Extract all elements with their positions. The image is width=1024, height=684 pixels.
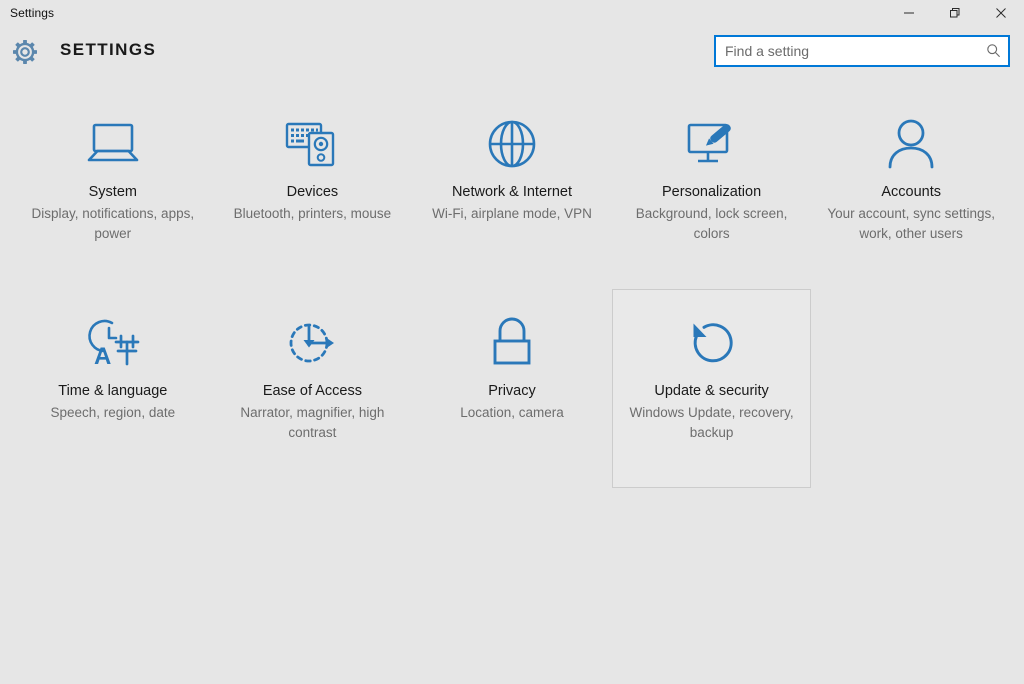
search-icon[interactable]	[980, 37, 1008, 65]
monitor-brush-icon	[683, 113, 741, 175]
search-box[interactable]	[714, 35, 1010, 67]
category-title: Network & Internet	[451, 184, 573, 200]
category-title: Devices	[286, 184, 339, 200]
category-tile-ease-of-access[interactable]: Ease of Access Narrator, magnifier, high…	[213, 289, 413, 488]
category-title: Personalization	[662, 184, 762, 200]
title-bar: Settings	[0, 0, 1024, 26]
lock-icon	[488, 312, 536, 374]
page-title: SETTINGS	[60, 40, 157, 59]
category-tile-time-language[interactable]: A Time & language Speech, region, date	[13, 289, 213, 488]
close-button[interactable]	[978, 0, 1024, 26]
category-subtitle: Narrator, magnifier, high contrast	[240, 405, 385, 440]
refresh-circle-icon	[684, 312, 740, 374]
category-tile-update-security[interactable]: Update & security Windows Update, recove…	[611, 289, 812, 488]
laptop-icon	[83, 113, 143, 175]
category-title: Update & security	[654, 383, 769, 399]
window-controls	[886, 0, 1024, 26]
accessibility-arrows-icon	[283, 312, 341, 374]
restore-icon	[950, 8, 960, 18]
settings-category-grid: System Display, notifications, apps, pow…	[13, 90, 1011, 488]
close-icon	[996, 8, 1006, 18]
category-title: Privacy	[488, 383, 536, 399]
category-subtitle: Location, camera	[460, 405, 564, 420]
search-input[interactable]	[716, 38, 980, 64]
svg-text:A: A	[94, 343, 111, 370]
app-header: SETTINGS	[0, 26, 1024, 88]
restore-button[interactable]	[932, 0, 978, 26]
category-subtitle: Background, lock screen, colors	[635, 206, 788, 241]
person-icon	[886, 113, 936, 175]
category-title: Ease of Access	[262, 383, 362, 399]
category-tile-accounts[interactable]: Accounts Your account, sync settings, wo…	[811, 90, 1011, 289]
gear-icon	[11, 38, 39, 66]
category-subtitle: Speech, region, date	[50, 405, 176, 420]
category-tile-devices[interactable]: Devices Bluetooth, printers, mouse	[213, 90, 413, 289]
category-tile-system[interactable]: System Display, notifications, apps, pow…	[13, 90, 213, 289]
category-title: System	[88, 184, 137, 200]
category-tile-personalization[interactable]: Personalization Background, lock screen,…	[612, 90, 812, 289]
minimize-icon	[904, 12, 914, 14]
category-tile-privacy[interactable]: Privacy Location, camera	[412, 289, 612, 488]
clock-language-icon: A	[82, 312, 144, 374]
globe-icon	[485, 113, 539, 175]
category-title: Time & language	[58, 383, 168, 399]
window-title: Settings	[10, 6, 55, 20]
category-subtitle: Bluetooth, printers, mouse	[233, 206, 392, 221]
category-subtitle: Your account, sync settings, work, other…	[827, 206, 995, 241]
category-tile-network-internet[interactable]: Network & Internet Wi-Fi, airplane mode,…	[412, 90, 612, 289]
category-subtitle: Display, notifications, apps, power	[31, 206, 195, 241]
keyboard-speaker-icon	[283, 113, 341, 175]
category-subtitle: Windows Update, recovery, backup	[629, 405, 794, 440]
category-title: Accounts	[881, 184, 941, 200]
category-subtitle: Wi-Fi, airplane mode, VPN	[432, 206, 592, 221]
minimize-button[interactable]	[886, 0, 932, 26]
